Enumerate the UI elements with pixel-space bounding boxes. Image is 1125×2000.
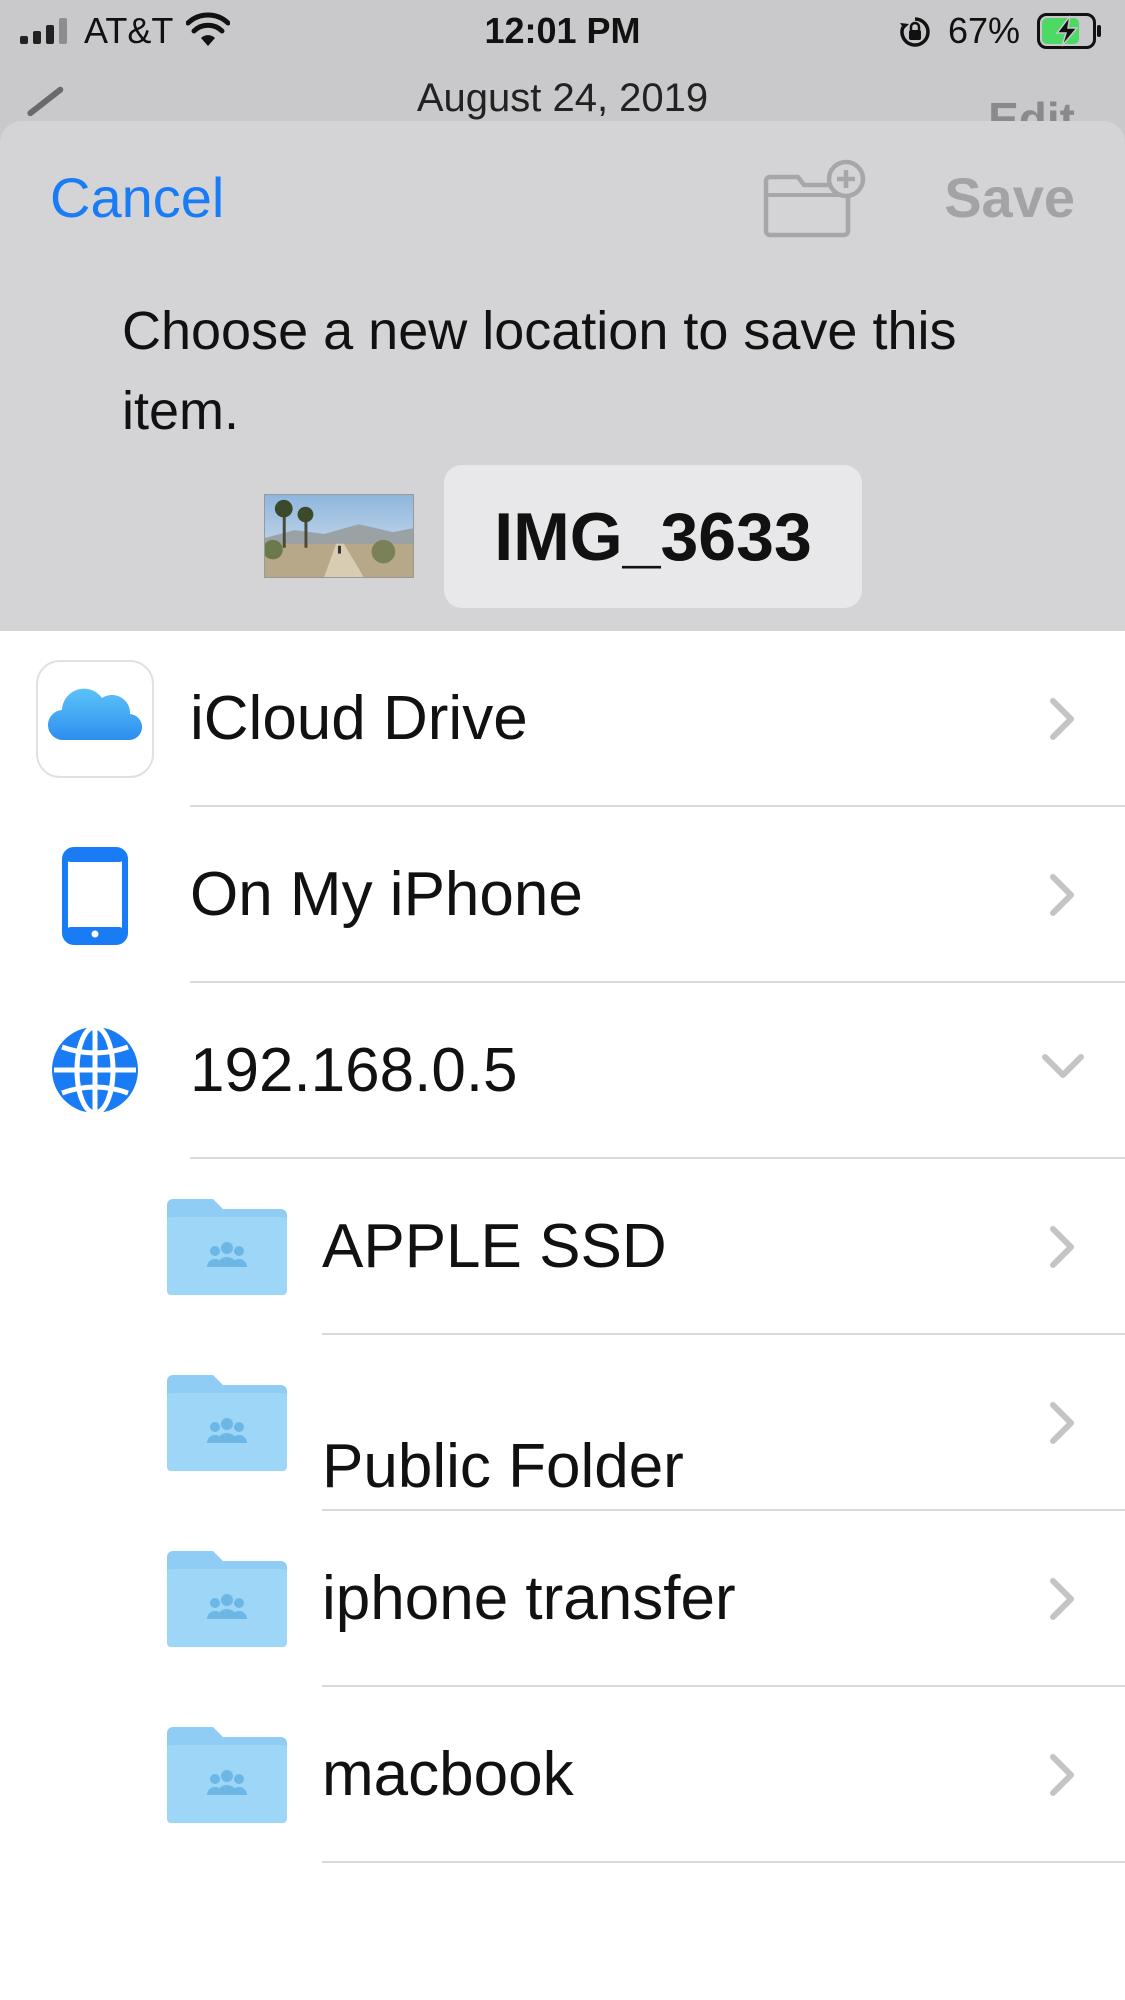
shared-folder-icon — [167, 1199, 287, 1295]
location-row-on-my-iphone[interactable]: On My iPhone — [0, 807, 1125, 983]
icloud-drive-icon — [36, 660, 154, 778]
save-prompt-text: Choose a new location to save this item. — [122, 301, 957, 441]
shared-folder-icon — [167, 1375, 287, 1471]
battery-percentage: 67% — [948, 10, 1021, 51]
location-list: iCloud Drive On My iPhone 192.168.0.5 AP… — [0, 631, 1125, 2000]
location-row-server[interactable]: 192.168.0.5 — [0, 983, 1125, 1159]
iphone-icon — [62, 847, 128, 945]
rotation-lock-icon — [900, 17, 930, 47]
save-button[interactable]: Save — [944, 165, 1075, 230]
location-label: iCloud Drive — [190, 684, 528, 753]
battery-charging-icon — [1037, 13, 1101, 49]
status-bar: AT&T 12:01 PM 67% — [0, 0, 1125, 64]
chevron-right-icon — [1050, 698, 1074, 740]
folder-row-iphone-transfer[interactable]: iphone transfer — [0, 1511, 1125, 1687]
chevron-right-icon — [1050, 1402, 1074, 1444]
cancel-button[interactable]: Cancel — [50, 165, 224, 230]
save-location-sheet: Cancel Save Choose a new location to sav… — [0, 121, 1125, 2000]
folder-row-public-folder[interactable]: Public Folder — [0, 1335, 1125, 1511]
background-navigation-bar: August 24, 2019 Edit — [0, 64, 1125, 124]
shared-folder-icon — [167, 1727, 287, 1823]
chevron-down-icon — [1042, 1054, 1084, 1078]
new-folder-icon[interactable] — [760, 159, 870, 239]
location-label: 192.168.0.5 — [190, 1036, 518, 1105]
background-edit-button: Edit — [988, 93, 1075, 124]
folder-label: macbook — [322, 1740, 574, 1809]
shared-folder-icon — [167, 1551, 287, 1647]
chevron-right-icon — [1050, 1754, 1074, 1796]
globe-icon — [52, 1024, 138, 1116]
chevron-right-icon — [1050, 1578, 1074, 1620]
row-separator — [322, 1861, 1125, 1863]
folder-row-macbook[interactable]: macbook — [0, 1687, 1125, 1863]
background-date-title: August 24, 2019 — [416, 76, 709, 120]
filename-field[interactable]: IMG_3633 — [444, 465, 862, 608]
location-label: On My iPhone — [190, 860, 583, 929]
chevron-right-icon — [1050, 874, 1074, 916]
chevron-right-icon — [1050, 1226, 1074, 1268]
image-thumbnail — [264, 494, 414, 578]
folder-label: iphone transfer — [322, 1564, 736, 1633]
folder-row-apple-ssd[interactable]: APPLE SSD — [0, 1159, 1125, 1335]
location-row-icloud-drive[interactable]: iCloud Drive — [0, 631, 1125, 807]
folder-label: APPLE SSD — [322, 1212, 667, 1281]
